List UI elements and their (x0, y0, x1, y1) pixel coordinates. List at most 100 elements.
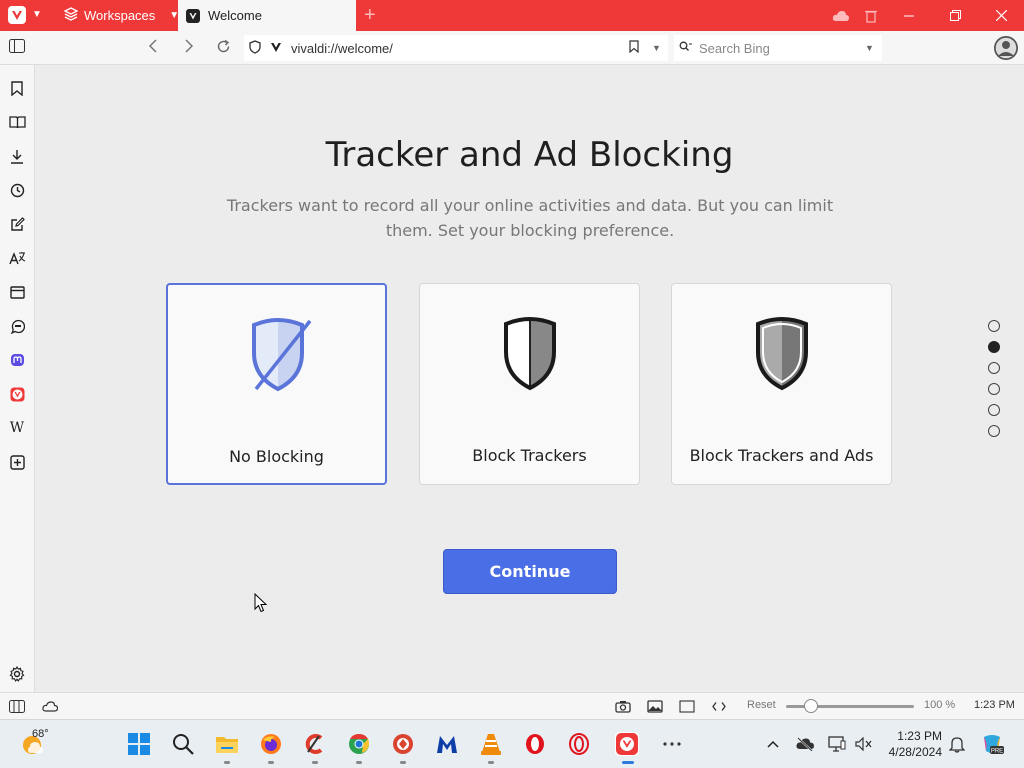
search-field[interactable]: Search Bing ▼ (674, 35, 882, 61)
volume-muted-icon[interactable] (852, 732, 876, 756)
chrome-icon[interactable] (347, 732, 371, 756)
code-icon[interactable] (711, 699, 727, 713)
zoom-level: 100 % (924, 699, 956, 711)
feed-icon[interactable] (8, 317, 26, 335)
profile-avatar[interactable] (994, 36, 1018, 60)
chevron-down-icon[interactable]: ▼ (32, 9, 42, 20)
app-icon[interactable] (391, 732, 415, 756)
zoom-slider-handle[interactable] (804, 699, 818, 713)
running-indicator (400, 761, 406, 764)
more-icon[interactable] (660, 732, 684, 756)
option-block-trackers[interactable]: Block Trackers (419, 283, 640, 485)
weather-temp: 68° (32, 728, 49, 740)
panel-toggle-icon[interactable] (9, 39, 25, 58)
shield-half-icon (504, 317, 556, 391)
vivaldi-menu-icon[interactable] (8, 6, 26, 24)
option-no-blocking[interactable]: No Blocking (166, 283, 387, 485)
wikipedia-icon[interactable]: W (8, 419, 26, 437)
vlc-icon[interactable] (479, 732, 503, 756)
opera-icon[interactable] (523, 732, 547, 756)
tab-title: Welcome (208, 8, 262, 23)
opera-gx-icon[interactable] (567, 732, 591, 756)
restore-button[interactable] (932, 0, 978, 31)
malwarebytes-icon[interactable] (435, 732, 459, 756)
mastodon-icon[interactable] (8, 351, 26, 369)
url-field[interactable]: vivaldi://welcome/ ▼ (244, 35, 668, 61)
windows-taskbar: 68° 1:23 PM 4/28/2024 PRE (0, 719, 1024, 768)
clock-time: 1:23 PM (897, 729, 942, 743)
settings-icon[interactable] (8, 665, 26, 683)
option-label: Block Trackers (472, 446, 587, 465)
vivaldi-tab-icon (186, 8, 200, 23)
ccleaner-icon[interactable] (303, 732, 327, 756)
running-indicator (356, 761, 362, 764)
new-tab-button[interactable]: + (364, 4, 376, 27)
forward-button[interactable] (184, 39, 194, 58)
translate-icon[interactable] (8, 249, 26, 267)
option-block-trackers-and-ads[interactable]: Block Trackers and Ads (671, 283, 892, 485)
zoom-reset-button[interactable]: Reset (747, 699, 776, 711)
vivaldi-icon[interactable] (615, 732, 639, 756)
vivaldi-site-icon (270, 41, 282, 56)
notes-icon[interactable] (8, 215, 26, 233)
search-placeholder: Search Bing (699, 40, 770, 56)
chevron-down-icon[interactable]: ▼ (652, 43, 661, 53)
step-dot-4[interactable] (988, 383, 1000, 395)
url-text[interactable]: vivaldi://welcome/ (291, 41, 393, 56)
page-tiling-icon[interactable] (679, 699, 695, 713)
cloud-offline-icon[interactable] (793, 732, 817, 756)
mouse-cursor-icon (254, 593, 268, 613)
taskbar-clock[interactable]: 1:23 PM 4/28/2024 (880, 728, 942, 760)
clock-date: 4/28/2024 (888, 745, 942, 759)
workspaces-button[interactable]: Workspaces ▼ (63, 0, 179, 31)
window-icon[interactable] (8, 283, 26, 301)
firefox-icon[interactable] (259, 732, 283, 756)
status-bar: Reset 100 % 1:23 PM (0, 692, 1024, 719)
side-panel: W (0, 65, 35, 692)
step-dot-3[interactable] (988, 362, 1000, 374)
bookmark-icon[interactable] (629, 40, 639, 56)
cloud-sync-icon[interactable] (42, 699, 58, 713)
search-icon[interactable] (171, 732, 195, 756)
chevron-up-icon[interactable] (761, 732, 785, 756)
windows-start-icon[interactable] (127, 732, 151, 756)
page-title: Tracker and Ad Blocking (325, 135, 734, 175)
camera-icon[interactable] (615, 699, 631, 713)
search-icon (679, 41, 693, 56)
running-indicator (268, 761, 274, 764)
shield-full-icon (756, 317, 808, 391)
image-icon[interactable] (647, 699, 663, 713)
minimize-button[interactable] (886, 0, 932, 31)
close-button[interactable] (978, 0, 1024, 31)
step-dot-1[interactable] (988, 320, 1000, 332)
tab-bar: ▼ Workspaces ▼ Welcome + (0, 0, 1024, 31)
tab-welcome[interactable]: Welcome (178, 0, 356, 31)
add-panel-icon[interactable] (8, 453, 26, 471)
chevron-down-icon[interactable]: ▼ (865, 43, 874, 53)
continue-button[interactable]: Continue (443, 549, 617, 594)
step-dot-6[interactable] (988, 425, 1000, 437)
step-dot-5[interactable] (988, 404, 1000, 416)
display-icon[interactable] (825, 732, 849, 756)
bookmark-icon[interactable] (8, 79, 26, 97)
reading-list-icon[interactable] (8, 113, 26, 131)
download-icon[interactable] (8, 147, 26, 165)
file-explorer-icon[interactable] (215, 732, 239, 756)
shield-off-icon (252, 318, 312, 392)
copilot-pre-badge: PRE (991, 749, 1003, 755)
copilot-icon[interactable]: PRE (980, 732, 1004, 756)
step-dot-2[interactable] (988, 341, 1000, 353)
active-app-indicator (622, 761, 634, 764)
running-indicator (488, 761, 494, 764)
panel-toggle-icon[interactable] (9, 699, 25, 713)
notification-bell-icon[interactable] (945, 732, 969, 756)
reload-button[interactable] (216, 39, 231, 59)
running-indicator (312, 761, 318, 764)
shield-icon[interactable] (249, 39, 261, 57)
vivaldi-icon[interactable] (8, 385, 26, 403)
layers-icon (63, 7, 79, 24)
option-label: Block Trackers and Ads (689, 446, 874, 465)
back-button[interactable] (148, 39, 158, 58)
running-indicator (224, 761, 230, 764)
history-icon[interactable] (8, 181, 26, 199)
